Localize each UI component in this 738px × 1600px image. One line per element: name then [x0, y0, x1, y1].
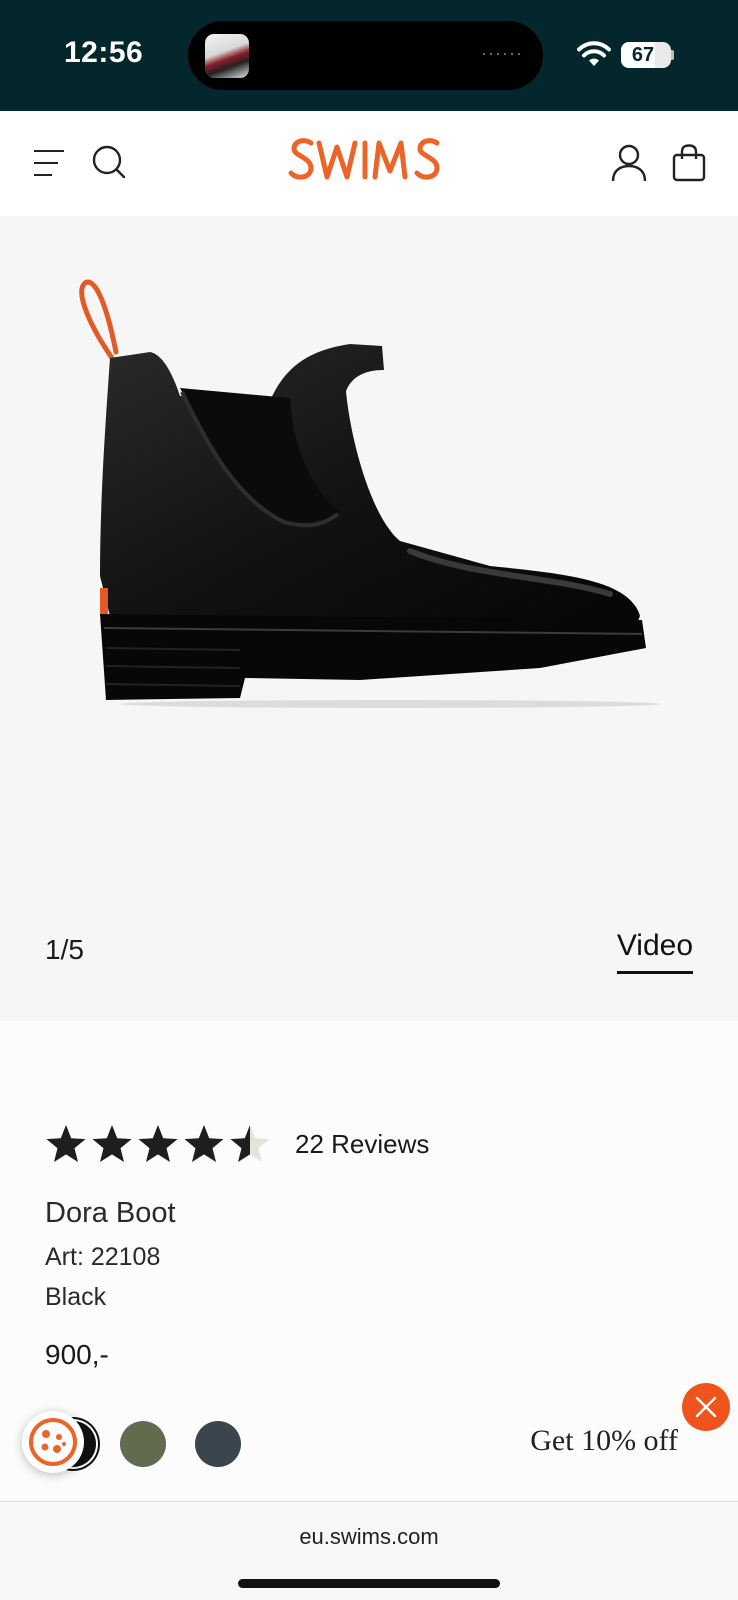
star-icon: [138, 1125, 178, 1162]
product-article-number: Art: 22108: [45, 1243, 161, 1271]
status-time: 12:56: [64, 36, 144, 69]
product-info: 22 Reviews Dora Boot Art: 22108 Black 90…: [0, 1021, 738, 1501]
product-gallery[interactable]: 1/5 Video: [0, 216, 738, 1021]
island-activity-dots: ······: [481, 43, 523, 63]
status-bar: 12:56 ······ 67: [0, 0, 738, 111]
color-swatch-olive[interactable]: [120, 1421, 166, 1467]
battery-tip: [671, 50, 674, 60]
star-icon: [230, 1125, 270, 1162]
video-link[interactable]: Video: [616, 929, 693, 974]
gallery-counter: 1/5: [45, 934, 84, 965]
rating-stars: [45, 1123, 271, 1165]
cookie-icon: [29, 1418, 77, 1466]
close-promo-button[interactable]: [682, 1383, 730, 1431]
battery-level: 67: [631, 44, 655, 66]
home-indicator[interactable]: [238, 1579, 500, 1588]
wifi-icon: [577, 41, 611, 66]
menu-icon[interactable]: [34, 148, 64, 178]
star-icon: [184, 1125, 224, 1162]
product-price: 900,-: [45, 1339, 109, 1370]
star-icon: [92, 1125, 132, 1162]
dynamic-island[interactable]: ······: [188, 21, 543, 90]
product-color: Black: [45, 1283, 107, 1311]
product-name: Dora Boot: [45, 1197, 176, 1229]
product-rating[interactable]: 22 Reviews: [45, 1119, 429, 1169]
shopping-bag-icon[interactable]: [672, 144, 706, 182]
browser-address-bar[interactable]: eu.swims.com: [0, 1501, 738, 1600]
search-icon[interactable]: [92, 145, 126, 179]
reviews-link[interactable]: 22 Reviews: [295, 1129, 429, 1160]
star-icon: [46, 1125, 86, 1162]
url-text[interactable]: eu.swims.com: [0, 1524, 738, 1550]
swims-logo[interactable]: [287, 135, 453, 187]
now-playing-thumbnail: [205, 34, 249, 78]
product-image-dora-boot[interactable]: [70, 276, 670, 716]
site-header: [0, 111, 738, 216]
battery-indicator: 67: [621, 42, 671, 68]
cookie-settings-button[interactable]: [22, 1411, 84, 1473]
discount-promo-button[interactable]: Get 10% off: [530, 1424, 678, 1458]
account-icon[interactable]: [611, 144, 647, 182]
close-icon: [695, 1396, 717, 1418]
color-swatch-slate[interactable]: [195, 1421, 241, 1467]
